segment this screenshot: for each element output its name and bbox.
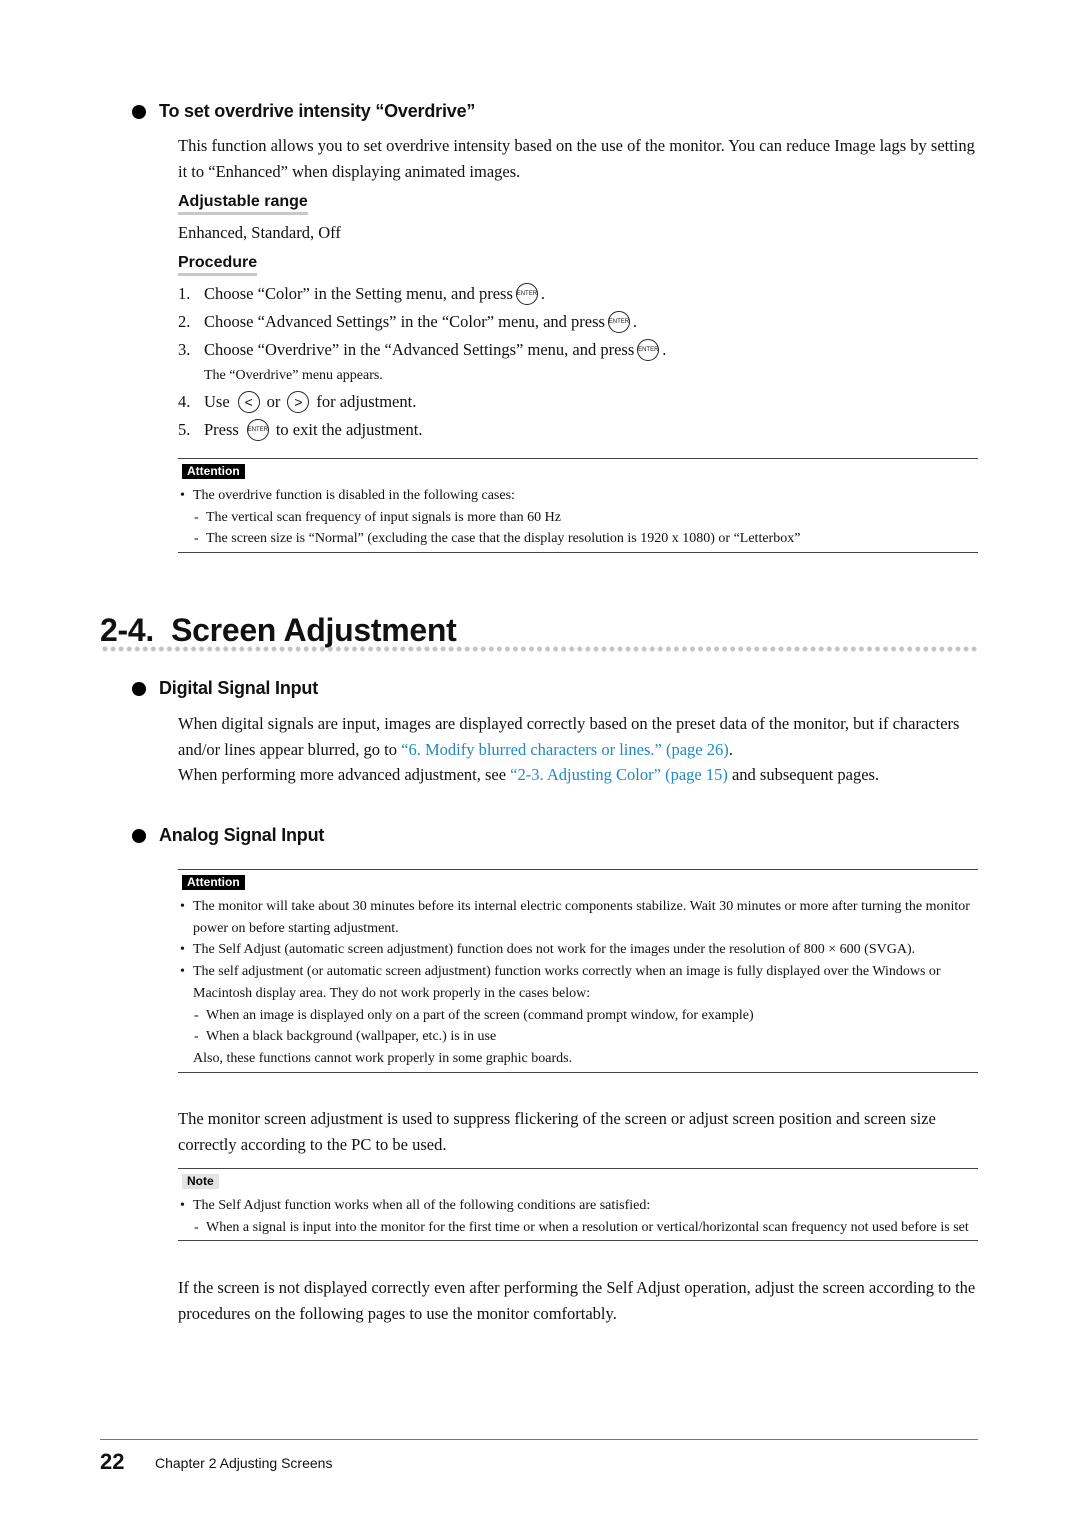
procedure-step: 4. Use < or > for adjustment. bbox=[178, 391, 417, 413]
enter-button-icon: ENTER bbox=[246, 419, 269, 441]
attention-item: The screen size is “Normal” (excluding t… bbox=[178, 528, 978, 550]
adjusting-color-link[interactable]: “2-3. Adjusting Color” (page 15) bbox=[510, 765, 728, 784]
overdrive-attention-box: Attention The overdrive function is disa… bbox=[178, 458, 978, 554]
right-arrow-button-icon: > bbox=[287, 391, 310, 413]
bullet-icon bbox=[132, 681, 146, 696]
note-box: Note The Self Adjust function works when… bbox=[178, 1168, 978, 1242]
overdrive-heading: To set overdrive intensity “Overdrive” bbox=[132, 101, 475, 122]
procedure-step-note: The “Overdrive” menu appears. bbox=[204, 368, 383, 383]
self-adjust-paragraph: If the screen is not displayed correctly… bbox=[178, 1278, 976, 1323]
left-arrow-button-icon: < bbox=[237, 391, 260, 413]
attention-item: When an image is displayed only on a par… bbox=[178, 1005, 978, 1027]
attention-item: When a black background (wallpaper, etc.… bbox=[178, 1026, 978, 1048]
analog-signal-heading: Analog Signal Input bbox=[132, 825, 324, 846]
digital-signal-heading: Digital Signal Input bbox=[132, 678, 318, 699]
overdrive-description: This function allows you to set overdriv… bbox=[178, 136, 975, 181]
digital-signal-paragraph-2: When performing more advanced adjustment… bbox=[178, 765, 880, 784]
digital-signal-paragraph-1: When digital signals are input, images a… bbox=[178, 714, 960, 759]
procedure-heading: Procedure bbox=[178, 254, 258, 276]
enter-button-icon: ENTER bbox=[515, 283, 538, 305]
chapter-label: Chapter 2 Adjusting Screens bbox=[155, 1455, 333, 1471]
adjustable-range-value: Enhanced, Standard, Off bbox=[178, 223, 341, 242]
enter-button-icon: ENTER bbox=[607, 311, 630, 333]
procedure-step: 3. Choose “Overdrive” in the “Advanced S… bbox=[178, 339, 667, 361]
attention-badge: Attention bbox=[182, 875, 245, 890]
bullet-icon bbox=[132, 828, 146, 843]
screen-adjustment-paragraph: The monitor screen adjustment is used to… bbox=[178, 1109, 936, 1154]
modify-blurred-link[interactable]: “6. Modify blurred characters or lines.”… bbox=[401, 740, 729, 759]
note-item: The Self Adjust function works when all … bbox=[178, 1195, 978, 1217]
dotted-divider bbox=[101, 646, 979, 652]
attention-item: The vertical scan frequency of input sig… bbox=[178, 507, 978, 529]
note-item: When a signal is input into the monitor … bbox=[178, 1217, 978, 1239]
page-number: 22 bbox=[100, 1449, 125, 1474]
attention-list: The monitor will take about 30 minutes b… bbox=[178, 896, 978, 1072]
bullet-icon bbox=[132, 104, 146, 119]
note-badge: Note bbox=[182, 1174, 219, 1189]
footer-divider bbox=[100, 1439, 978, 1440]
procedure-step: 2. Choose “Advanced Settings” in the “Co… bbox=[178, 311, 638, 333]
attention-item: Also, these functions cannot work proper… bbox=[193, 1050, 573, 1066]
section-title: 2-4. Screen Adjustment bbox=[100, 612, 457, 648]
note-list: The Self Adjust function works when all … bbox=[178, 1195, 978, 1240]
attention-item: The overdrive function is disabled in th… bbox=[178, 485, 978, 507]
procedure-steps: 1. Choose “Color” in the Setting menu, a… bbox=[178, 280, 978, 444]
attention-item: The monitor will take about 30 minutes b… bbox=[178, 896, 978, 939]
adjustable-range-heading: Adjustable range bbox=[178, 193, 308, 215]
attention-item: The self adjustment (or automatic screen… bbox=[178, 961, 978, 1004]
procedure-step: 5. Press ENTER to exit the adjustment. bbox=[178, 419, 423, 441]
procedure-step: 1. Choose “Color” in the Setting menu, a… bbox=[178, 283, 545, 305]
attention-badge: Attention bbox=[182, 464, 245, 479]
attention-item: The Self Adjust (automatic screen adjust… bbox=[178, 939, 978, 961]
analog-attention-box: Attention The monitor will take about 30… bbox=[178, 869, 978, 1073]
attention-list: The overdrive function is disabled in th… bbox=[178, 485, 978, 552]
enter-button-icon: ENTER bbox=[637, 339, 660, 361]
